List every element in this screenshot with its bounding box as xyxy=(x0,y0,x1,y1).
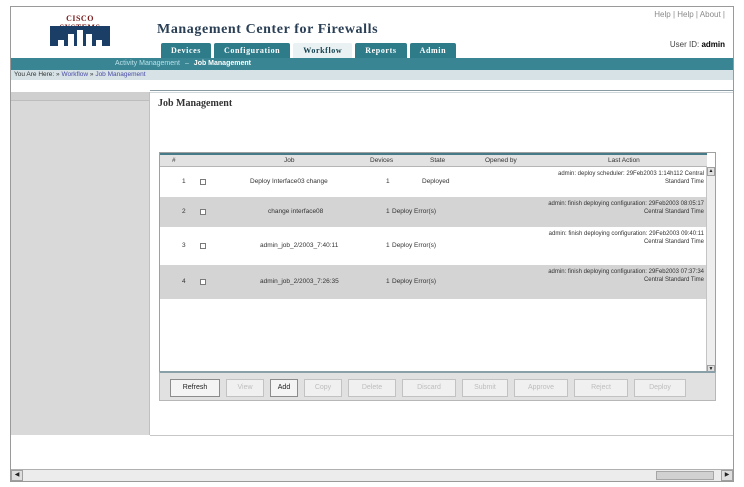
deploy-button[interactable]: Deploy xyxy=(634,379,686,397)
discard-button[interactable]: Discard xyxy=(402,379,456,397)
breadcrumb-link-job-management[interactable]: Job Management xyxy=(95,71,145,78)
tab-devices[interactable]: Devices xyxy=(161,43,211,58)
left-panel-header xyxy=(11,92,149,101)
table-vertical-scrollbar[interactable]: ▲ ▼ xyxy=(706,167,715,374)
approve-button[interactable]: Approve xyxy=(514,379,568,397)
cisco-logo: CISCO SYSTEMS xyxy=(45,14,115,48)
row-job[interactable]: admin_job_2/2003_7:26:35 xyxy=(260,278,339,285)
browser-frame: CISCO SYSTEMS Management Center for Fire… xyxy=(10,6,734,482)
tab-reports[interactable]: Reports xyxy=(355,43,407,58)
column-header-number[interactable]: # xyxy=(172,157,176,164)
subnav-job-management[interactable]: Job Management xyxy=(194,60,251,67)
column-header-job[interactable]: Job xyxy=(284,157,294,164)
subnav-activity-management[interactable]: Activity Management xyxy=(115,60,180,67)
logo-bars-icon xyxy=(50,26,110,46)
utility-links[interactable]: Help | Help | About | xyxy=(654,10,725,19)
page-title: Job Management xyxy=(158,98,233,109)
breadcrumb-prefix: You Are Here: xyxy=(14,71,55,78)
jobs-table: # Job Devices State Opened by Last Actio… xyxy=(159,152,716,375)
row-state: Deploy Error(s) xyxy=(392,242,437,249)
user-id-value: admin xyxy=(701,40,725,49)
table-header: # Job Devices State Opened by Last Actio… xyxy=(160,153,707,167)
divider xyxy=(150,435,733,436)
user-id: User ID: admin xyxy=(670,40,725,49)
divider xyxy=(150,92,733,93)
subnav-separator: – xyxy=(184,60,189,67)
refresh-button[interactable]: Refresh xyxy=(170,379,220,397)
row-last-action: admin: finish deploying configuration: 2… xyxy=(548,269,704,283)
row-checkbox[interactable] xyxy=(200,209,206,215)
row-devices: 1 xyxy=(386,242,390,249)
row-number: 4 xyxy=(182,278,186,285)
row-job[interactable]: admin_job_2/2003_7:40:11 xyxy=(260,242,338,249)
tab-configuration[interactable]: Configuration xyxy=(213,43,291,58)
user-id-label: User ID: xyxy=(669,40,700,49)
row-job[interactable]: Deploy Interface03 change xyxy=(250,178,328,185)
row-checkbox[interactable] xyxy=(200,243,206,249)
action-button-bar: Refresh View Add Copy Delete Discard Sub… xyxy=(159,371,716,401)
row-state: Deployed xyxy=(422,178,450,185)
submit-button[interactable]: Submit xyxy=(462,379,508,397)
row-number: 1 xyxy=(182,178,186,185)
delete-button[interactable]: Delete xyxy=(348,379,396,397)
table-row[interactable]: 2 change interface08 1 Deploy Error(s) a… xyxy=(160,197,707,227)
breadcrumb: You Are Here: » Workflow » Job Managemen… xyxy=(11,70,733,80)
main-tabs: Devices Configuration Workflow Reports A… xyxy=(161,43,459,58)
column-header-last-action[interactable]: Last Action xyxy=(608,157,640,164)
divider xyxy=(150,90,733,91)
app-title: Management Center for Firewalls xyxy=(157,22,379,37)
row-last-action: admin: finish deploying configuration: 2… xyxy=(548,231,704,245)
row-state: Deploy Error(s) xyxy=(392,278,437,285)
reject-button[interactable]: Reject xyxy=(574,379,628,397)
view-button[interactable]: View xyxy=(226,379,264,397)
scroll-up-arrow-icon[interactable]: ▲ xyxy=(707,167,715,176)
tab-admin[interactable]: Admin xyxy=(409,43,457,58)
column-header-opened-by[interactable]: Opened by xyxy=(485,157,517,164)
sub-navigation: Activity Management – Job Management xyxy=(11,58,733,70)
add-button[interactable]: Add xyxy=(270,379,298,397)
row-last-action: admin: deploy scheduler: 29Feb2003 1:14h… xyxy=(558,171,704,185)
row-number: 3 xyxy=(182,242,186,249)
row-number: 2 xyxy=(182,208,186,215)
left-panel xyxy=(11,92,150,435)
row-job[interactable]: change interface08 xyxy=(268,208,323,215)
scrollbar-thumb[interactable] xyxy=(656,471,714,480)
row-devices: 1 xyxy=(386,208,390,215)
row-devices: 1 xyxy=(386,178,390,185)
row-last-action: admin: finish deploying configuration: 2… xyxy=(548,201,704,215)
tab-workflow[interactable]: Workflow xyxy=(293,43,353,58)
row-checkbox[interactable] xyxy=(200,279,206,285)
scroll-right-arrow-icon[interactable]: ▶ xyxy=(721,470,733,481)
row-devices: 1 xyxy=(386,278,390,285)
table-row[interactable]: 3 admin_job_2/2003_7:40:11 1 Deploy Erro… xyxy=(160,227,707,265)
copy-button[interactable]: Copy xyxy=(304,379,342,397)
column-header-devices[interactable]: Devices xyxy=(370,157,393,164)
table-row[interactable]: 4 admin_job_2/2003_7:26:35 1 Deploy Erro… xyxy=(160,265,707,299)
table-row[interactable]: 1 Deploy Interface03 change 1 Deployed a… xyxy=(160,167,707,197)
horizontal-scrollbar[interactable]: ◀ ▶ xyxy=(11,469,733,481)
row-checkbox[interactable] xyxy=(200,179,206,185)
scroll-left-arrow-icon[interactable]: ◀ xyxy=(11,470,23,481)
row-state: Deploy Error(s) xyxy=(392,208,437,215)
column-header-state[interactable]: State xyxy=(430,157,445,164)
breadcrumb-link-workflow[interactable]: Workflow xyxy=(61,71,88,78)
